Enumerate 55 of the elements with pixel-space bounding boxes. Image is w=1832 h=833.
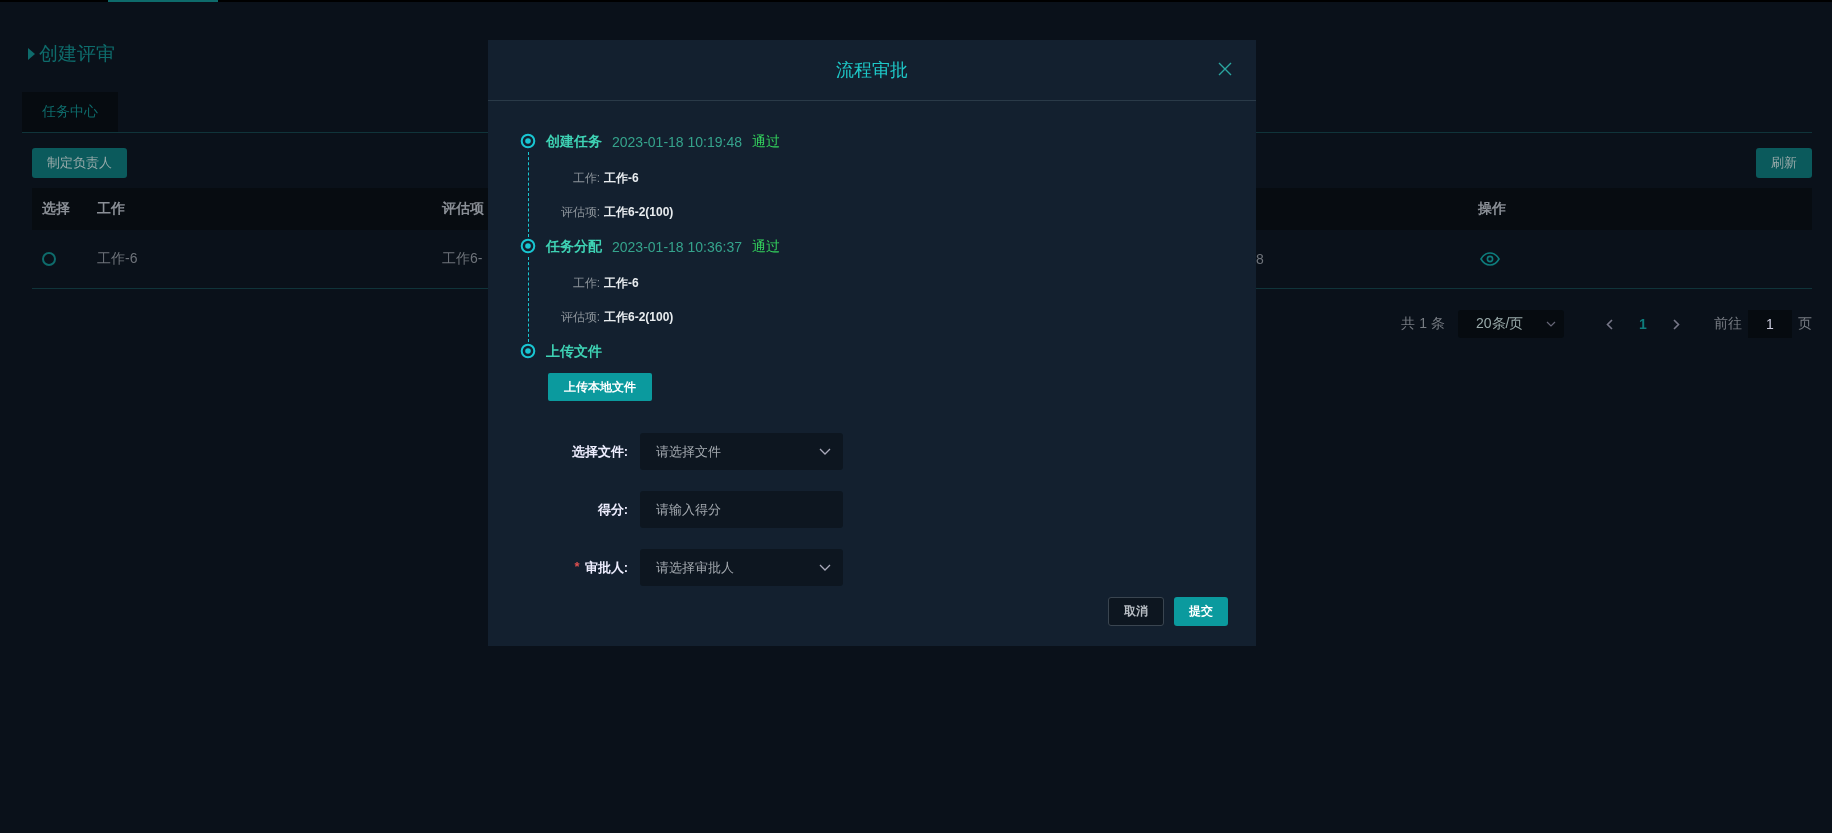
column-header: 评估项: [442, 200, 484, 216]
table-cell: 工作6-: [442, 250, 483, 266]
detail-value: 工作6-2(100): [604, 308, 674, 326]
radio-button[interactable]: [42, 252, 56, 266]
next-page-icon[interactable]: [1673, 318, 1680, 330]
page-suffix: 页: [1798, 315, 1812, 333]
detail-value: 工作-6: [604, 274, 639, 292]
total-count: 共 1 条: [1401, 315, 1445, 333]
page-input[interactable]: 1: [1748, 310, 1792, 338]
step-status: 通过: [752, 238, 780, 256]
step-time: 2023-01-18 10:36:37: [612, 239, 742, 255]
detail-value: 工作6-2(100): [604, 203, 674, 221]
submit-button[interactable]: 提交: [1174, 597, 1228, 626]
detail-label: 工作:: [571, 169, 600, 187]
cancel-button[interactable]: 取消: [1108, 597, 1164, 626]
select-field[interactable]: 请选择文件: [640, 433, 843, 470]
chevron-down-icon: [819, 448, 831, 455]
chevron-down-icon: [819, 564, 831, 571]
detail-value: 工作-6: [604, 169, 639, 187]
upload-button[interactable]: 上传本地文件: [548, 373, 652, 401]
field-label: 得分:: [597, 500, 628, 519]
goto-label: 前往: [1714, 315, 1742, 333]
input-field[interactable]: 请输入得分: [640, 491, 843, 528]
assign-button[interactable]: 制定负责人: [32, 148, 127, 178]
refresh-button[interactable]: 刷新: [1756, 148, 1812, 178]
previous-page-icon[interactable]: [1606, 318, 1613, 330]
table-cell: 8: [1256, 251, 1264, 267]
field-label: 审批人:: [584, 558, 628, 577]
column-header: 工作: [97, 200, 125, 216]
page-number[interactable]: 1: [1627, 315, 1659, 333]
page-title: 创建评审: [39, 42, 115, 66]
timeline-dot-icon: [520, 343, 536, 359]
close-icon[interactable]: [1218, 62, 1232, 76]
timeline-dot-icon: [520, 133, 536, 149]
step-title: 任务分配: [546, 238, 602, 256]
detail-label: 评估项:: [559, 308, 600, 326]
page-size-select[interactable]: 20条/页: [1458, 310, 1564, 338]
step-status: 通过: [752, 133, 780, 151]
detail-label: 评估项:: [559, 203, 600, 221]
select-field[interactable]: 请选择审批人: [640, 549, 843, 586]
chevron-down-icon: [1546, 321, 1556, 327]
detail-label: 工作:: [571, 274, 600, 292]
column-header: 操作: [1478, 200, 1506, 216]
tab[interactable]: 任务中心: [22, 92, 118, 132]
column-header: 选择: [42, 200, 70, 216]
timeline-dot-icon: [520, 238, 536, 254]
step-time: 2023-01-18 10:19:48: [612, 134, 742, 150]
field-label: 选择文件:: [571, 442, 628, 461]
step-title: 创建任务: [546, 133, 602, 151]
view-icon[interactable]: [1480, 252, 1500, 266]
step-title: 上传文件: [546, 343, 602, 361]
required-asterisk: *: [574, 558, 580, 576]
table-cell: 工作-6: [97, 250, 138, 266]
triangle-icon: [28, 48, 35, 60]
dialog-title: 流程审批: [836, 59, 908, 82]
